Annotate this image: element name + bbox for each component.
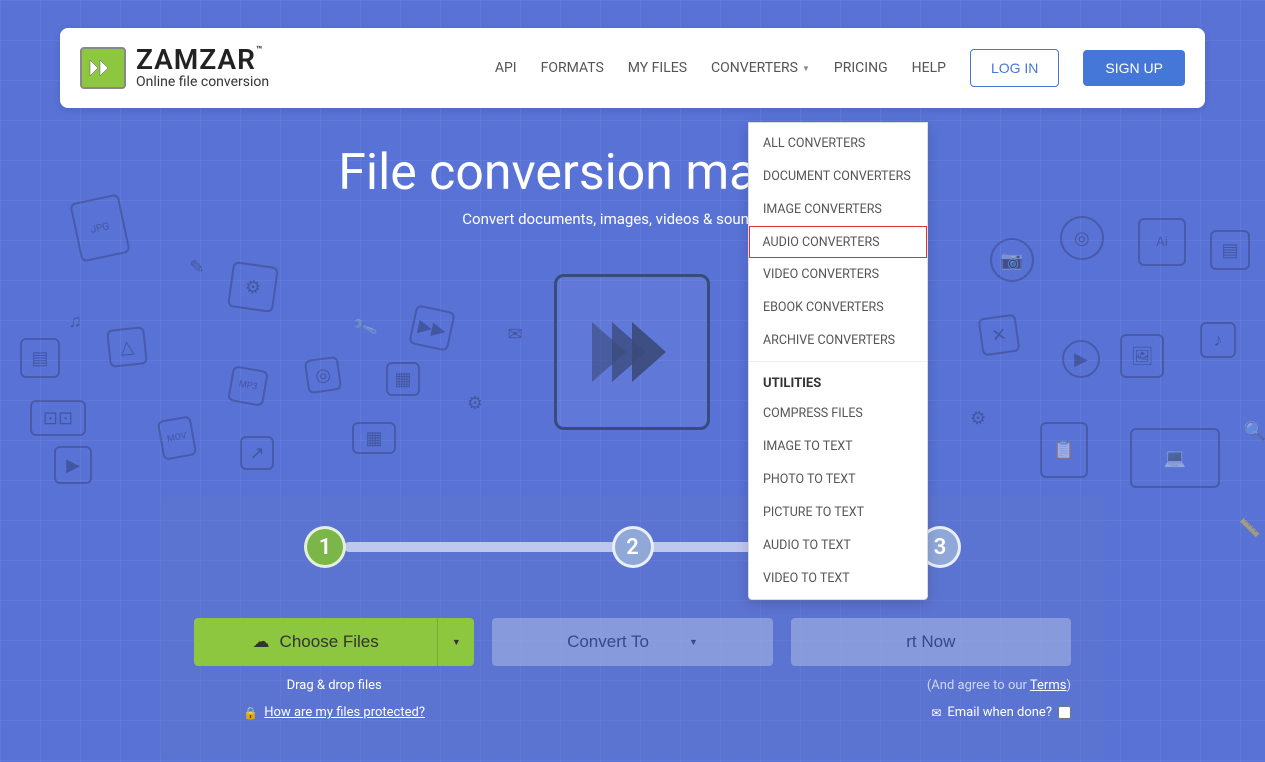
dropdown-audio-to-text[interactable]: AUDIO TO TEXT	[749, 529, 927, 562]
sketch-cross-icon: ✕	[978, 314, 1021, 357]
dropdown-compress-files[interactable]: COMPRESS FILES	[749, 397, 927, 430]
convert-to-button[interactable]: Convert To ▼	[492, 618, 772, 666]
signup-button[interactable]: SIGN UP	[1083, 50, 1185, 86]
converters-dropdown: ALL CONVERTERS DOCUMENT CONVERTERS IMAGE…	[748, 122, 928, 600]
brand-name: ZAMZAR™	[136, 46, 269, 74]
logo[interactable]: ZAMZAR™ Online file conversion	[80, 46, 269, 90]
sketch-config-icon: ⚙	[460, 388, 490, 418]
sketch-mail-icon: ✉	[500, 322, 530, 346]
sketch-playcircle-icon: ▶	[1062, 340, 1100, 378]
sketch-page-icon: ▤	[1210, 230, 1250, 270]
sketch-search-icon: 🔍	[1240, 416, 1265, 446]
actions-row: ☁ Choose Files ▼ Drag & drop files 🔒 How…	[194, 618, 1071, 720]
sketch-gear2-icon: ⚙	[957, 397, 1000, 440]
dropdown-audio-converters[interactable]: AUDIO CONVERTERS	[749, 226, 927, 258]
sketch-music-icon: ♫	[60, 306, 90, 336]
sketch-arrow-icon: ↗	[240, 436, 274, 470]
email-when-done-checkbox[interactable]	[1058, 706, 1071, 719]
dropdown-document-converters[interactable]: DOCUMENT CONVERTERS	[749, 160, 927, 193]
dropdown-video-converters[interactable]: VIDEO CONVERTERS	[749, 258, 927, 291]
header: ZAMZAR™ Online file conversion API FORMA…	[60, 28, 1205, 108]
sketch-cassette-icon: ⊡⊡	[30, 400, 86, 436]
upload-icon: ☁	[253, 632, 270, 652]
login-button[interactable]: LOG IN	[970, 49, 1059, 87]
sketch-play-sq-icon: ▶	[54, 446, 92, 484]
sketch-jpg-icon: JPG	[69, 193, 130, 262]
step-2: 2	[612, 526, 654, 568]
dropdown-archive-converters[interactable]: ARCHIVE CONVERTERS	[749, 324, 927, 357]
terms-link[interactable]: Terms	[1030, 678, 1067, 693]
sketch-grid-icon: ▦	[386, 362, 420, 396]
nav-myfiles[interactable]: MY FILES	[628, 60, 687, 76]
nav-pricing[interactable]: PRICING	[834, 60, 888, 76]
logo-icon	[80, 47, 126, 89]
convert-now-button[interactable]: rt Now	[791, 618, 1071, 666]
sketch-film-icon: ▦	[352, 422, 396, 454]
sketch-ai-icon: Ai	[1138, 218, 1186, 266]
choose-files-button[interactable]: ☁ Choose Files	[194, 618, 438, 666]
sketch-wrench-icon: 🔧	[346, 308, 384, 346]
nav-formats[interactable]: FORMATS	[541, 60, 604, 76]
sketch-triangle-icon: △	[106, 326, 148, 368]
sketch-ruler-icon: 📏	[1240, 498, 1260, 558]
hero-title: File conversion made easy	[0, 144, 1265, 202]
sketch-forward-icon: ▶▶	[408, 304, 455, 351]
nav-converters[interactable]: CONVERTERS ▼	[711, 60, 810, 76]
mail-icon: ✉	[931, 706, 941, 720]
sketch-pencil-icon: ✎	[180, 250, 214, 284]
dropdown-photo-to-text[interactable]: PHOTO TO TEXT	[749, 463, 927, 496]
dropdown-picture-to-text[interactable]: PICTURE TO TEXT	[749, 496, 927, 529]
dropdown-image-converters[interactable]: IMAGE CONVERTERS	[749, 193, 927, 226]
sketch-camera-icon: 📷	[990, 238, 1034, 282]
terms-agree: (And agree to our Terms)	[791, 678, 1071, 693]
dropdown-video-to-text[interactable]: VIDEO TO TEXT	[749, 562, 927, 595]
dropdown-utilities-header: UTILITIES	[749, 361, 927, 397]
sketch-laptop-icon: 💻	[1130, 428, 1220, 488]
brand-tagline: Online file conversion	[136, 74, 269, 90]
caret-down-icon: ▼	[802, 64, 810, 73]
dropdown-all-converters[interactable]: ALL CONVERTERS	[749, 127, 927, 160]
email-when-done-row: ✉ Email when done?	[791, 705, 1071, 720]
sketch-mov-icon: MOV	[157, 415, 197, 460]
sketch-picture-icon: 🖼	[1120, 334, 1164, 378]
caret-down-icon: ▼	[689, 637, 698, 647]
sketch-note-icon: ♪	[1200, 322, 1236, 358]
sketch-gear-icon: ⚙	[227, 261, 279, 313]
nav-api[interactable]: API	[495, 60, 517, 76]
sketch-doc-icon: ▤	[20, 338, 60, 378]
sketch-clipboard-icon: 📋	[1040, 422, 1088, 478]
lock-icon: 🔒	[243, 706, 258, 720]
main-nav: API FORMATS MY FILES CONVERTERS ▼ PRICIN…	[495, 49, 1185, 87]
steps-row: 1 2 3	[194, 526, 1071, 568]
sketch-mp3-icon: MP3	[227, 365, 269, 407]
step-1: 1	[304, 526, 346, 568]
dropdown-image-to-text[interactable]: IMAGE TO TEXT	[749, 430, 927, 463]
hero-logo-icon	[554, 274, 710, 430]
sketch-cd-icon: ◎	[304, 356, 342, 394]
caret-down-icon: ▼	[452, 637, 461, 647]
dropdown-ebook-converters[interactable]: EBOOK CONVERTERS	[749, 291, 927, 324]
nav-help[interactable]: HELP	[912, 60, 946, 76]
drag-drop-hint: Drag & drop files	[194, 678, 474, 693]
conversion-panel: 1 2 3 ☁ Choose Files ▼ Drag & drop files…	[160, 496, 1105, 760]
choose-files-dropdown[interactable]: ▼	[438, 618, 474, 666]
files-protected-link[interactable]: 🔒 How are my files protected?	[194, 705, 474, 720]
